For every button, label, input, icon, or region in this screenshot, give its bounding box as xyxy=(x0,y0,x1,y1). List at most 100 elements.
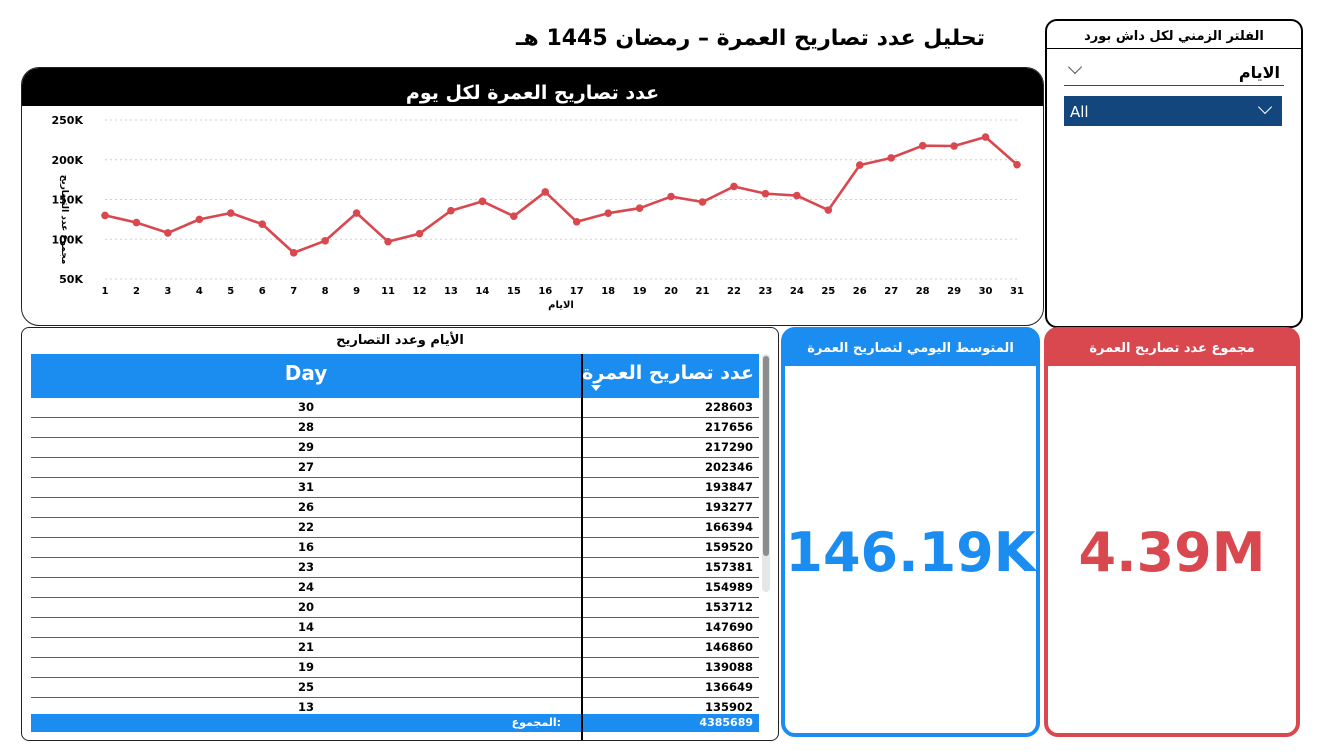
cell-day: 24 xyxy=(297,580,314,594)
table-row[interactable]: 19 139088 xyxy=(31,658,759,678)
data-point[interactable] xyxy=(132,218,141,227)
table-row[interactable]: 31 193847 xyxy=(31,478,759,498)
table-row[interactable]: 30 228603 xyxy=(31,398,759,418)
data-point[interactable] xyxy=(887,154,896,162)
table-row[interactable]: 22 166394 xyxy=(31,518,759,538)
x-tick-label: 28 xyxy=(916,286,930,297)
x-tick-label: 14 xyxy=(475,286,489,297)
x-tick-label: 31 xyxy=(1010,286,1024,297)
data-point[interactable] xyxy=(604,209,612,217)
data-point[interactable] xyxy=(415,229,424,238)
x-tick-label: 24 xyxy=(790,286,804,297)
slicer-selected-value: All xyxy=(1070,103,1089,121)
table-row[interactable]: 14 147690 xyxy=(31,618,759,638)
cell-count: 157381 xyxy=(704,560,753,574)
data-point[interactable] xyxy=(730,182,738,191)
table-row[interactable]: 27 202346 xyxy=(31,458,759,478)
column-divider xyxy=(581,354,583,740)
x-tick-label: 21 xyxy=(696,286,710,297)
data-point[interactable] xyxy=(855,161,864,169)
data-point[interactable] xyxy=(635,204,644,212)
table-row[interactable]: 16 159520 xyxy=(31,538,759,558)
table-scrollbar[interactable] xyxy=(762,354,770,592)
data-point[interactable] xyxy=(793,191,801,200)
x-tick-label: 22 xyxy=(727,286,741,297)
x-tick-label: 9 xyxy=(353,286,360,297)
cell-day: 13 xyxy=(297,700,314,712)
data-point[interactable] xyxy=(101,211,109,220)
data-point[interactable] xyxy=(226,209,235,217)
data-point[interactable] xyxy=(950,142,958,150)
data-point[interactable] xyxy=(698,198,707,206)
data-point[interactable] xyxy=(761,189,770,198)
cell-day: 25 xyxy=(297,680,314,694)
slicer-field-header[interactable]: الايام xyxy=(1064,59,1284,86)
data-point[interactable] xyxy=(258,220,267,228)
data-point[interactable] xyxy=(321,237,329,245)
table-row[interactable]: 29 217290 xyxy=(31,438,759,458)
cell-count: 193277 xyxy=(704,500,753,514)
cell-count: 139088 xyxy=(704,660,753,674)
cell-count: 166394 xyxy=(704,520,753,534)
data-point[interactable] xyxy=(384,237,392,246)
column-header-count[interactable]: عدد تصاريح العمرة xyxy=(582,354,754,392)
cell-count: 228603 xyxy=(704,400,753,414)
table-row[interactable]: 21 146860 xyxy=(31,638,759,658)
cell-count: 193847 xyxy=(704,480,753,494)
x-tick-label: 12 xyxy=(413,286,427,297)
slicer-field-label: الايام xyxy=(1238,63,1280,82)
data-point[interactable] xyxy=(1013,160,1021,169)
table-row[interactable]: 26 193277 xyxy=(31,498,759,518)
x-tick-label: 16 xyxy=(538,286,552,297)
data-point[interactable] xyxy=(352,209,361,217)
cell-day: 23 xyxy=(297,560,314,574)
y-tick-label: 250K xyxy=(52,114,84,127)
daily-average-title: المتوسط اليومي لتصاريح العمرة xyxy=(785,331,1036,366)
table-row[interactable]: 24 154989 xyxy=(31,578,759,598)
sort-descending-icon[interactable] xyxy=(591,385,601,391)
cell-count: 147690 xyxy=(704,620,753,634)
data-point[interactable] xyxy=(572,217,581,226)
column-header-day[interactable]: Day xyxy=(31,354,581,392)
table-row[interactable]: 20 153712 xyxy=(31,598,759,618)
table-row[interactable]: 25 136649 xyxy=(31,678,759,698)
total-permits-card: مجموع عدد تصاريح العمرة 4.39M xyxy=(1044,327,1300,737)
data-point[interactable] xyxy=(478,197,487,206)
table-body: 30 228603 28 217656 29 217290 27 202346 31 193847… xyxy=(31,398,759,712)
x-tick-label: 2 xyxy=(133,286,140,297)
cell-count: 202346 xyxy=(704,460,753,474)
data-point[interactable] xyxy=(541,188,550,196)
x-tick-label: 3 xyxy=(164,286,171,297)
chevron-down-icon[interactable] xyxy=(1067,59,1083,75)
table-total-row: :المجموع 4385689 xyxy=(31,714,759,732)
x-tick-label: 6 xyxy=(259,286,266,297)
data-point[interactable] xyxy=(164,229,172,237)
cell-day: 16 xyxy=(297,540,314,554)
data-point[interactable] xyxy=(981,133,990,141)
scrollbar-thumb[interactable] xyxy=(763,356,769,556)
table-row[interactable]: 28 217656 xyxy=(31,418,759,438)
date-slicer: الفلتر الزمني لكل داش بورد الايام All xyxy=(1045,19,1303,328)
daily-average-card: المتوسط اليومي لتصاريح العمرة 146.19K xyxy=(781,327,1040,737)
cell-day: 28 xyxy=(297,420,314,434)
table-row[interactable]: 23 157381 xyxy=(31,558,759,578)
x-tick-label: 27 xyxy=(884,286,898,297)
data-point[interactable] xyxy=(510,212,518,220)
cell-day: 19 xyxy=(297,660,314,674)
daily-permits-line-chart[interactable]: عدد تصاريح العمرة لكل يوم 50K 100K 150K 200… xyxy=(21,67,1044,326)
data-point[interactable] xyxy=(667,192,675,201)
data-point[interactable] xyxy=(824,206,833,214)
cell-count: 135902 xyxy=(704,700,753,712)
x-tick-label: 20 xyxy=(664,286,678,297)
slicer-dropdown[interactable]: All xyxy=(1064,96,1282,126)
data-point[interactable] xyxy=(918,141,927,150)
data-point[interactable] xyxy=(289,248,298,257)
x-tick-label: 7 xyxy=(290,286,297,297)
cell-day: 30 xyxy=(297,400,314,414)
x-axis-label: الايام xyxy=(548,300,574,311)
chevron-down-icon[interactable] xyxy=(1257,99,1273,115)
data-point[interactable] xyxy=(447,206,455,215)
table-row[interactable]: 13 135902 xyxy=(31,698,759,712)
days-permits-table: الأيام وعدد التصاريح Day عدد تصاريح العم… xyxy=(21,327,779,741)
data-point[interactable] xyxy=(195,215,204,224)
